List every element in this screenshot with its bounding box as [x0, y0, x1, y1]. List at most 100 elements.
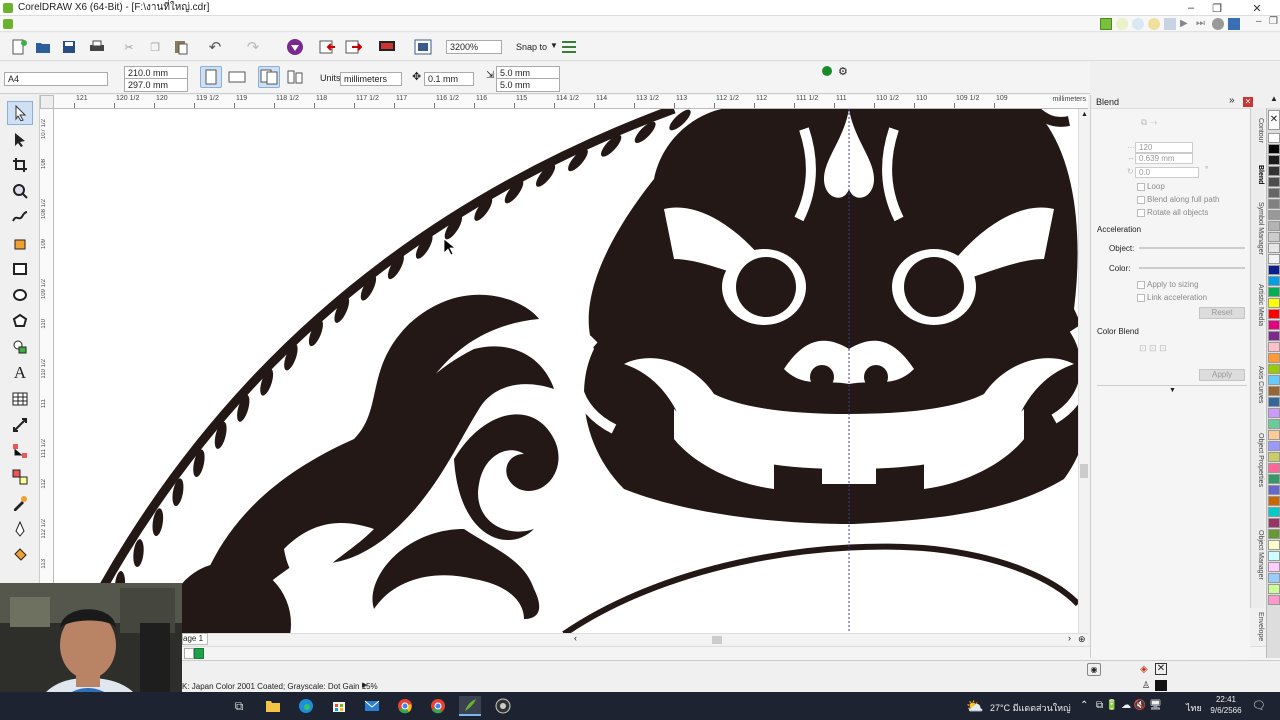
fill-tool-icon[interactable]: [7, 543, 33, 567]
color-swatch[interactable]: [1268, 419, 1280, 429]
portrait-button[interactable]: [200, 66, 222, 88]
search-content-icon[interactable]: [284, 36, 306, 58]
docker-tab[interactable]: Envelope: [1252, 612, 1264, 641]
color-swatch[interactable]: [1268, 463, 1280, 473]
color-swatch[interactable]: [1268, 309, 1280, 319]
color-swatch[interactable]: [1268, 474, 1280, 484]
color-swatch[interactable]: [1268, 331, 1280, 341]
paper-size-select[interactable]: A4: [4, 72, 108, 86]
color-accel-slider[interactable]: [1139, 267, 1245, 269]
blend-tool-icon[interactable]: [7, 465, 33, 489]
export-button[interactable]: [342, 36, 364, 58]
color-swatch[interactable]: [1268, 210, 1280, 220]
color-swatch[interactable]: [1268, 243, 1280, 253]
table-tool-icon[interactable]: [7, 387, 33, 411]
clock-time[interactable]: 22:41: [1208, 695, 1244, 704]
copy-icon[interactable]: ❐: [144, 36, 166, 58]
color-swatch[interactable]: [1268, 155, 1280, 165]
snap-to-dropdown[interactable]: Snap to: [516, 41, 547, 53]
color-swatch[interactable]: [1268, 562, 1280, 572]
color-swatch[interactable]: [1268, 496, 1280, 506]
color-swatch[interactable]: [1268, 353, 1280, 363]
task-view-icon[interactable]: ⧉: [228, 696, 250, 716]
doc-minimize-button[interactable]: –: [1256, 16, 1262, 27]
pick-tool-icon[interactable]: [7, 101, 33, 125]
store-icon[interactable]: [328, 696, 350, 716]
step-icon[interactable]: ⏭: [1196, 18, 1208, 30]
landscape-button[interactable]: [226, 66, 248, 88]
play-icon[interactable]: ▶: [1180, 18, 1192, 30]
no-fill-swatch[interactable]: ✕: [1155, 663, 1167, 675]
stop-icon[interactable]: [1212, 18, 1224, 30]
shape-tool-icon[interactable]: [7, 127, 33, 151]
apply-button[interactable]: Apply: [1199, 369, 1245, 381]
docker-tab[interactable]: Symbol Manager: [1252, 202, 1264, 255]
current-page-button[interactable]: [284, 66, 306, 88]
restore-button[interactable]: ❐: [1204, 0, 1230, 16]
color-swatch[interactable]: [1268, 276, 1280, 286]
color-swatch[interactable]: [1268, 133, 1280, 143]
docker-tab[interactable]: Artistic Media: [1252, 284, 1264, 326]
green-swatch[interactable]: [194, 648, 204, 659]
input-language[interactable]: ไทย: [1186, 701, 1202, 715]
smart-fill-tool-icon[interactable]: [7, 231, 33, 255]
tray-icons[interactable]: ⧉ 🔋 ☁ 🔇 🖥: [1096, 700, 1162, 711]
all-pages-button[interactable]: [258, 66, 280, 88]
rotate-all-checkbox[interactable]: [1137, 209, 1145, 217]
color-swatch[interactable]: [1268, 287, 1280, 297]
application-launcher-button[interactable]: [412, 36, 434, 58]
color-swatch[interactable]: [1268, 573, 1280, 583]
docker-collapse-icon[interactable]: »: [1229, 95, 1235, 106]
outline-color-swatch[interactable]: [1155, 680, 1167, 691]
publish-pdf-button[interactable]: [376, 36, 398, 58]
corel-connect-icon[interactable]: [1100, 18, 1112, 30]
color-swatch[interactable]: [1268, 177, 1280, 187]
color-swatch[interactable]: [1268, 595, 1280, 605]
docker-close-icon[interactable]: ✕: [1243, 97, 1253, 107]
chevron-down-icon[interactable]: ▼: [550, 41, 558, 50]
color-swatch[interactable]: [1268, 298, 1280, 308]
scroll-left-icon[interactable]: ‹: [574, 633, 577, 643]
apply-sizing-checkbox[interactable]: [1137, 281, 1145, 289]
color-swatch[interactable]: [1268, 386, 1280, 396]
color-swatch[interactable]: [1268, 364, 1280, 374]
macro-icon[interactable]: [1164, 18, 1176, 30]
docker-tab[interactable]: Axis Curves: [1252, 366, 1264, 403]
redo-icon[interactable]: ↷: [242, 36, 264, 58]
color-swatch[interactable]: [1268, 485, 1280, 495]
document-icon[interactable]: [3, 19, 13, 29]
color-swatch[interactable]: [1268, 441, 1280, 451]
mail-icon[interactable]: [361, 696, 383, 716]
color-swatch[interactable]: [1268, 540, 1280, 550]
object-accel-slider[interactable]: [1139, 247, 1245, 249]
horizontal-scroll-thumb[interactable]: [712, 636, 722, 644]
docker-tab[interactable]: Object Manager: [1252, 530, 1264, 580]
palette-scroll-up-icon[interactable]: ▲: [1270, 94, 1278, 103]
zoom-level-select[interactable]: 3200%: [446, 40, 502, 54]
undo-icon[interactable]: ↶: [204, 36, 226, 58]
edit-mode-icon[interactable]: [822, 66, 832, 76]
duplicate-y-field[interactable]: 5.0 mm: [496, 78, 560, 92]
expand-chevron-icon[interactable]: ▼: [1169, 387, 1176, 394]
color-swatch[interactable]: [1268, 529, 1280, 539]
color-swatch[interactable]: [1268, 507, 1280, 517]
blend-along-path-checkbox[interactable]: [1137, 196, 1145, 204]
color-swatch[interactable]: [1268, 518, 1280, 528]
ellipse-tool-icon[interactable]: [7, 283, 33, 307]
print-button[interactable]: [86, 36, 108, 58]
file-explorer-icon[interactable]: [262, 696, 284, 716]
options-gear-icon[interactable]: ⚙: [838, 65, 848, 78]
chrome-profile-icon[interactable]: [427, 696, 449, 716]
hints-icon[interactable]: [1148, 18, 1160, 30]
coreldraw-task-icon[interactable]: [459, 696, 481, 716]
close-button[interactable]: ✕: [1244, 0, 1270, 16]
units-select[interactable]: millimeters: [340, 72, 402, 86]
docker-tab[interactable]: Object Properties: [1252, 433, 1264, 487]
vertical-ruler[interactable]: 107 1/2 108 108 1/2 109 109 1/2 110 110 1/2 111…: [40, 109, 54, 634]
crop-tool-icon[interactable]: [7, 153, 33, 177]
color-blend-icons[interactable]: ⊡ ⊡ ⊡: [1139, 343, 1167, 354]
link-accel-checkbox[interactable]: [1137, 294, 1145, 302]
scroll-up-icon[interactable]: ▲: [1081, 111, 1088, 118]
color-swatch[interactable]: [1268, 265, 1280, 275]
blend-steps-field[interactable]: 120: [1135, 142, 1193, 153]
